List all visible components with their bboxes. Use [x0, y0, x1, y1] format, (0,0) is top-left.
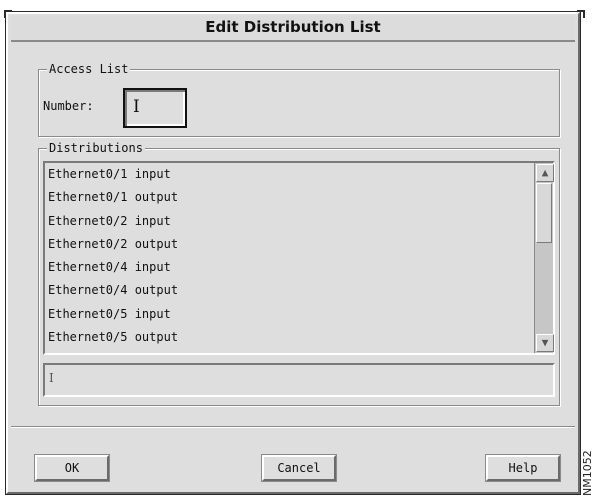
distribution-selection-input[interactable]: I [43, 363, 555, 397]
vertical-scrollbar[interactable]: ▲ ▼ [534, 163, 554, 353]
help-button[interactable]: Help [486, 455, 560, 481]
distributions-list[interactable]: Ethernet0/1 input Ethernet0/1 output Eth… [45, 163, 533, 353]
scrollbar-thumb[interactable] [536, 183, 552, 243]
text-cursor-icon: I [49, 371, 54, 385]
list-item[interactable]: Ethernet0/2 output [45, 233, 533, 256]
dialog-title: Edit Distribution List [205, 18, 381, 36]
cancel-button[interactable]: Cancel [262, 455, 336, 481]
ok-button[interactable]: OK [35, 455, 109, 481]
access-list-number-input[interactable]: I [123, 88, 187, 128]
distributions-list-frame: Ethernet0/1 input Ethernet0/1 output Eth… [43, 161, 555, 355]
list-item[interactable]: Ethernet0/5 output [45, 326, 533, 349]
edit-distribution-list-dialog: Edit Distribution List Access List Numbe… [6, 12, 580, 494]
number-label: Number: [43, 99, 94, 113]
list-item[interactable]: Ethernet0/4 output [45, 279, 533, 302]
list-item[interactable]: Ethernet0/5 input [45, 303, 533, 326]
list-item[interactable]: Ethernet0/1 output [45, 186, 533, 209]
list-item[interactable]: Ethernet0/2 input [45, 210, 533, 233]
access-list-group-label: Access List [47, 61, 131, 77]
list-item[interactable]: Ethernet0/4 input [45, 256, 533, 279]
access-list-group: Access List Number: I [38, 61, 560, 137]
distributions-group-label: Distributions [47, 140, 145, 156]
text-cursor-icon: I [133, 97, 140, 117]
scroll-up-arrow-icon[interactable]: ▲ [536, 164, 554, 182]
list-item[interactable]: Ethernet0/1 input [45, 163, 533, 186]
scroll-down-arrow-icon[interactable]: ▼ [536, 334, 554, 352]
title-bar[interactable]: Edit Distribution List [11, 16, 575, 42]
button-separator [11, 426, 575, 428]
figure-id-label: NM1052 [581, 450, 594, 496]
distributions-group: Distributions Ethernet0/1 input Ethernet… [38, 140, 560, 406]
